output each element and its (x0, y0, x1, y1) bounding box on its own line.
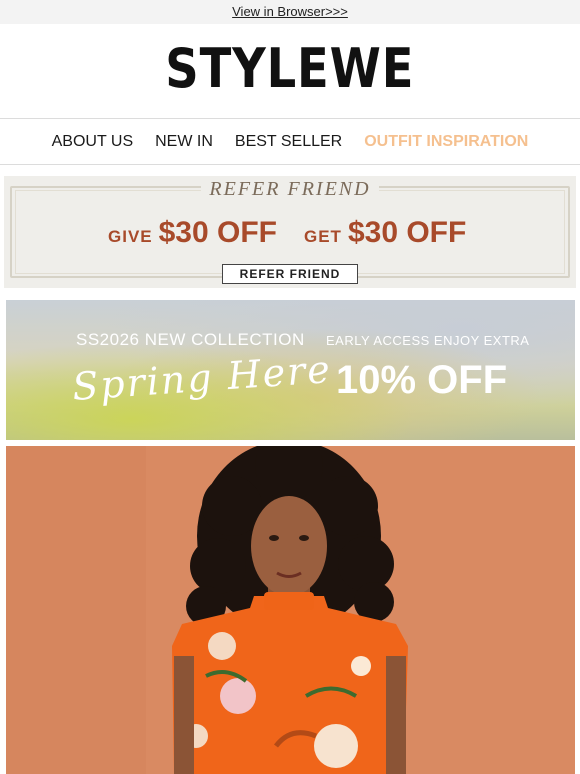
get-value: $30 OFF (347, 216, 467, 249)
nav-item-about-us[interactable]: ABOUT US (52, 133, 134, 151)
give-offer: GIVE $30 OFF (108, 216, 277, 250)
spring-collection-banner[interactable]: SS2026 NEW COLLECTION Spring Here EARLY … (6, 300, 575, 440)
view-in-browser-bar: View in Browser>>> (0, 0, 580, 24)
nav-item-outfit-inspiration[interactable]: OUTFIT INSPIRATION (364, 133, 528, 151)
refer-title-text: REFER FRIEND (201, 178, 379, 200)
refer-inner-frame (15, 190, 565, 274)
nav-item-new-in[interactable]: NEW IN (155, 133, 213, 151)
logo-area: STYLEWE (0, 24, 580, 118)
model-illustration (6, 446, 575, 774)
stylewe-logo[interactable]: STYLEWE (165, 42, 414, 96)
collection-text: SS2026 NEW COLLECTION (76, 330, 305, 349)
divider-nav (0, 164, 580, 165)
model-photo[interactable] (6, 446, 575, 774)
divider-top (0, 118, 580, 119)
early-access-text: EARLY ACCESS ENJOY EXTRA (326, 333, 530, 348)
refer-title: REFER FRIEND (4, 178, 576, 201)
refer-friend-button[interactable]: REFER FRIEND (222, 264, 358, 284)
discount-text: 10% OFF (336, 358, 508, 402)
give-label: GIVE (108, 227, 153, 246)
get-offer: GET $30 OFF (304, 216, 466, 250)
main-nav: ABOUT US NEW IN BEST SELLER OUTFIT INSPI… (0, 120, 580, 164)
dress-shape (172, 592, 408, 774)
spring-script-text: Spring Here (70, 346, 334, 410)
view-in-browser-link[interactable]: View in Browser>>> (232, 4, 348, 19)
get-label: GET (304, 227, 342, 246)
refer-friend-banner[interactable]: REFER FRIEND GIVE $30 OFF GET $30 OFF REFE… (4, 176, 576, 288)
nav-item-best-seller[interactable]: BEST SELLER (235, 133, 342, 151)
give-value: $30 OFF (158, 216, 277, 249)
